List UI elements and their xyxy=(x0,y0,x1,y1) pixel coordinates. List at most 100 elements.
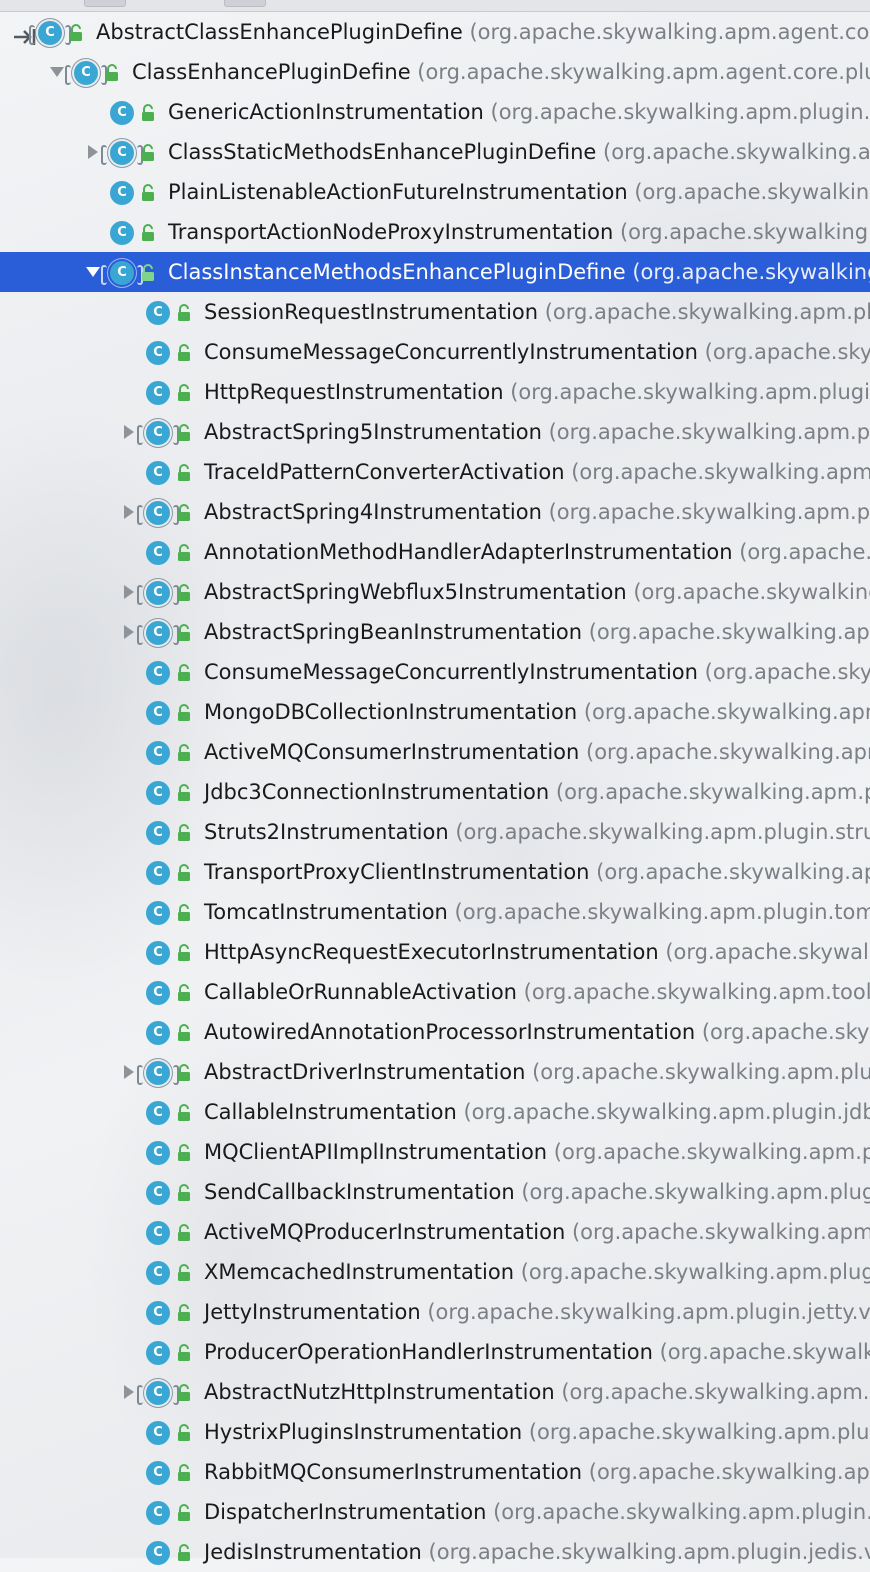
triangle-right-icon[interactable] xyxy=(120,1052,138,1092)
tree-row[interactable]: CTransportActionNodeProxyInstrumentation… xyxy=(0,212,870,252)
class-icon: C xyxy=(146,901,170,925)
abstract-class-icon: C xyxy=(146,501,170,525)
tree-row[interactable]: CMongoDBCollectionInstrumentation (org.a… xyxy=(0,692,870,732)
tree-row-selected[interactable]: CClassInstanceMethodsEnhancePluginDefine… xyxy=(0,252,870,292)
triangle-right-icon[interactable] xyxy=(120,1372,138,1412)
lock-icon xyxy=(104,64,120,82)
tree-row[interactable]: CDispatcherInstrumentation (org.apache.s… xyxy=(0,1492,870,1532)
tree-row[interactable]: CCallableInstrumentation (org.apache.sky… xyxy=(0,1092,870,1132)
tree-row[interactable]: C AnnotationMethodHandlerAdapterInstrumen… xyxy=(0,532,870,572)
class-name: ClassStaticMethodsEnhancePluginDefine (o… xyxy=(168,132,870,172)
tree-row[interactable]: CTransportProxyClientInstrumentation (or… xyxy=(0,852,870,892)
tree-row[interactable]: CConsumeMessageConcurrentlyInstrumentati… xyxy=(0,652,870,692)
class-name: TraceIdPatternConverterActivation (org.a… xyxy=(204,452,870,492)
tree-row[interactable]: CJettyInstrumentation (org.apache.skywal… xyxy=(0,1292,870,1332)
class-name: AbstractSpring4Instrumentation (org.apac… xyxy=(204,492,870,532)
lock-icon xyxy=(176,824,192,842)
class-name: ClassEnhancePluginDefine (org.apache.sky… xyxy=(132,52,870,92)
tree-row[interactable]: CHttpRequestInstrumentation (org.apache.… xyxy=(0,372,870,412)
triangle-right-icon[interactable] xyxy=(84,132,102,172)
lock-icon xyxy=(176,744,192,762)
lock-icon xyxy=(176,1144,192,1162)
tree-row[interactable]: CTomcatInstrumentation (org.apache.skywa… xyxy=(0,892,870,932)
package-name: (org.apache.skywalking.apm.p xyxy=(582,620,870,644)
lock-icon xyxy=(140,184,156,202)
tree-row[interactable]: CClassEnhancePluginDefine (org.apache.sk… xyxy=(0,52,870,92)
class-name: CallableOrRunnableActivation (org.apache… xyxy=(204,972,870,1012)
class-name-text: AbstractNutzHttpInstrumentation xyxy=(204,1380,555,1404)
tree-row[interactable]: CPlainListenableActionFutureInstrumentat… xyxy=(0,172,870,212)
tree-row[interactable]: C TraceIdPatternConverterActivation (org.… xyxy=(0,452,870,492)
abstract-class-icon: C xyxy=(146,421,170,445)
lock-icon xyxy=(176,1384,192,1402)
class-name-text: AbstractSpringBeanInstrumentation xyxy=(204,620,582,644)
tree-row[interactable]: CAutowiredAnnotationProcessorInstrumenta… xyxy=(0,1012,870,1052)
tree-row[interactable]: CXMemcachedInstrumentation (org.apache.s… xyxy=(0,1252,870,1292)
class-icon: C xyxy=(146,1101,170,1125)
class-name-text: AnnotationMethodHandlerAdapterInstrument… xyxy=(204,540,733,564)
lock-icon xyxy=(176,944,192,962)
triangle-right-icon[interactable] xyxy=(120,492,138,532)
toolbar-tab[interactable] xyxy=(224,0,266,7)
tree-row[interactable]: CActiveMQProducerInstrumentation (org.ap… xyxy=(0,1212,870,1252)
tree-row[interactable]: CProducerOperationHandlerInstrumentation… xyxy=(0,1332,870,1372)
tree-row[interactable]: CAbstractSpringBeanInstrumentation (org.… xyxy=(0,612,870,652)
class-hierarchy-tree[interactable]: C AbstractClassEnhancePluginDefine (org.a… xyxy=(0,12,870,1572)
tree-row[interactable]: CAbstractSpring5Instrumentation (org.apa… xyxy=(0,412,870,452)
tree-row[interactable]: CJedisInstrumentation (org.apache.skywal… xyxy=(0,1532,870,1572)
class-name-text: ActiveMQProducerInstrumentation xyxy=(204,1220,565,1244)
tree-row[interactable]: CStruts2Instrumentation (org.apache.skyw… xyxy=(0,812,870,852)
package-name: (org.apache.skywalking.ap xyxy=(628,180,870,204)
package-name: (org.apache.skywalking.apm.plug xyxy=(542,420,870,444)
tree-row[interactable]: CSessionRequestInstrumentation (org.apac… xyxy=(0,292,870,332)
toolbar-tab[interactable] xyxy=(84,0,126,7)
triangle-right-icon[interactable] xyxy=(120,412,138,452)
package-name: (org.apache.skywalking.apm.plugin.struts… xyxy=(449,820,870,844)
tree-row[interactable]: CClassStaticMethodsEnhancePluginDefine (… xyxy=(0,132,870,172)
tree-row[interactable]: CAbstractNutzHttpInstrumentation (org.ap… xyxy=(0,1372,870,1412)
package-name: (org.apache.skywal xyxy=(695,1020,870,1044)
triangle-down-icon[interactable] xyxy=(84,252,102,292)
lock-icon xyxy=(176,1304,192,1322)
lock-icon xyxy=(176,504,192,522)
tree-row[interactable]: CConsumeMessageConcurrentlyInstrumentati… xyxy=(0,332,870,372)
class-icon: C xyxy=(146,381,170,405)
lock-icon xyxy=(176,1264,192,1282)
tree-row[interactable]: CAbstractDriverInstrumentation (org.apac… xyxy=(0,1052,870,1092)
tree-row[interactable]: CGenericActionInstrumentation (org.apach… xyxy=(0,92,870,132)
class-icon: C xyxy=(146,541,170,565)
class-icon: C xyxy=(146,1021,170,1045)
triangle-down-icon[interactable] xyxy=(48,52,66,92)
package-name: (org.apache.skywalking.apm.plugin. xyxy=(514,1260,870,1284)
tree-row[interactable]: CHystrixPluginsInstrumentation (org.apac… xyxy=(0,1412,870,1452)
tree-row[interactable]: C CallableOrRunnableActivation (org.apach… xyxy=(0,972,870,1012)
lock-icon xyxy=(176,1344,192,1362)
tree-row[interactable]: CSendCallbackInstrumentation (org.apache… xyxy=(0,1172,870,1212)
class-name: AbstractClassEnhancePluginDefine (org.ap… xyxy=(96,12,870,52)
tree-row[interactable]: CAbstractSpringWebflux5Instrumentation (… xyxy=(0,572,870,612)
tree-row[interactable]: CHttpAsyncRequestExecutorInstrumentation… xyxy=(0,932,870,972)
class-icon: C xyxy=(146,781,170,805)
tree-row[interactable]: CJdbc3ConnectionInstrumentation (org.apa… xyxy=(0,772,870,812)
tree-row[interactable]: CActiveMQConsumerInstrumentation (org.ap… xyxy=(0,732,870,772)
class-icon: C xyxy=(146,301,170,325)
tree-row[interactable]: CMQClientAPIImplInstrumentation (org.apa… xyxy=(0,1132,870,1172)
class-name: HttpAsyncRequestExecutorInstrumentation … xyxy=(204,932,870,972)
class-name-text: CallableInstrumentation xyxy=(204,1100,457,1124)
class-icon: C xyxy=(146,341,170,365)
toolbar-edge xyxy=(0,0,870,12)
class-icon: C xyxy=(146,461,170,485)
tree-row[interactable]: CRabbitMQConsumerInstrumentation (org.ap… xyxy=(0,1452,870,1492)
class-name: GenericActionInstrumentation (org.apache… xyxy=(168,92,870,132)
tree-row[interactable]: C AbstractSpring4Instrumentation (org.apa… xyxy=(0,492,870,532)
tree-row[interactable]: CAbstractClassEnhancePluginDefine (org.a… xyxy=(0,12,870,52)
class-icon: C xyxy=(146,981,170,1005)
triangle-right-icon[interactable] xyxy=(120,572,138,612)
package-name: (org.apache.skywalking.apm.p xyxy=(577,700,870,724)
package-name: (org.apache.skywalking.apm.plugin.tomca xyxy=(448,900,870,924)
triangle-right-icon[interactable] xyxy=(120,612,138,652)
class-name-text: SendCallbackInstrumentation xyxy=(204,1180,515,1204)
class-name-text: JettyInstrumentation xyxy=(204,1300,421,1324)
lock-icon xyxy=(176,464,192,482)
class-name-text: ClassStaticMethodsEnhancePluginDefine xyxy=(168,140,596,164)
